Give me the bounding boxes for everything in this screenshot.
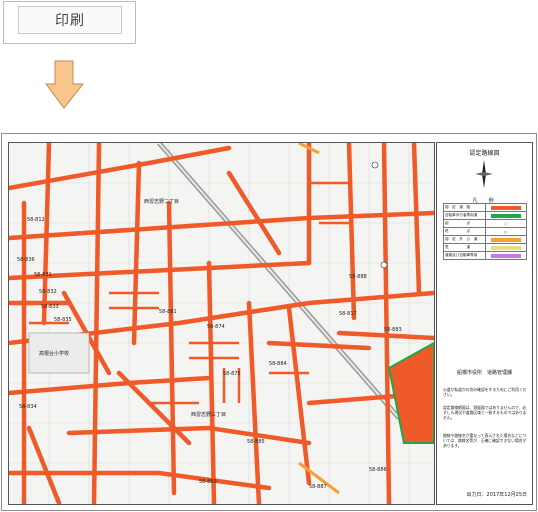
legend-note: 認定路線網図は、測量図ではありませんので、必ずしも現況や道路区域と一致するもので…: [443, 405, 527, 420]
svg-text:58-812: 58-812: [27, 217, 45, 223]
legend-table: 認 定 道 路 自転車歩行者専用道 起 点 ○ 終 点 ▷ 認 定 外 公 道 里 …: [443, 203, 527, 260]
svg-text:58-888: 58-888: [349, 274, 367, 280]
output-date: 出力日：2017年12月25日: [466, 492, 527, 498]
svg-text:58-883: 58-883: [384, 327, 402, 333]
legend-row: 里 道: [443, 243, 527, 252]
svg-text:58-875: 58-875: [223, 371, 241, 377]
svg-text:58-874: 58-874: [207, 324, 225, 330]
area-label: 西習志野二丁目: [144, 198, 179, 205]
svg-text:58-833: 58-833: [41, 304, 59, 310]
svg-text:58-832: 58-832: [39, 289, 57, 295]
area-label: 西習志野三丁目: [191, 411, 226, 418]
legend-row: 終 点 ▷: [443, 227, 527, 236]
map-legend: 認定路線図 凡 例 認 定 道 路 自転車歩行者専用道 起 点 ○ 終 点 ▷ 認 …: [436, 142, 533, 505]
map-document: 西習志野二丁目 西習志野三丁目 高根台小学校 58-836 58-831 58-…: [1, 133, 537, 511]
school-label: 高根台小学校: [39, 350, 69, 357]
svg-text:58-881: 58-881: [159, 309, 177, 315]
svg-text:58-817: 58-817: [339, 311, 357, 317]
svg-text:58-831: 58-831: [34, 272, 52, 278]
legend-row: 認 定 外 公 道: [443, 235, 527, 244]
legend-row: 認 定 道 路: [443, 203, 527, 212]
legend-note: 路線や路線名が重なって表示された場合などについては、路線名等が、正確に確認できな…: [443, 433, 527, 448]
legend-row: 自転車歩行者専用道: [443, 211, 527, 220]
compass-icon: [475, 160, 493, 188]
svg-text:58-886: 58-886: [369, 467, 387, 473]
svg-text:58-834: 58-834: [19, 404, 37, 410]
print-panel: 印刷: [3, 1, 136, 44]
svg-text:58-836: 58-836: [17, 257, 35, 263]
print-button[interactable]: 印刷: [18, 6, 122, 34]
route-map[interactable]: 西習志野二丁目 西習志野三丁目 高根台小学校 58-836 58-831 58-…: [8, 142, 435, 505]
svg-text:58-889: 58-889: [199, 479, 217, 485]
office-name: 船橋市役所 道路管理課: [456, 370, 512, 376]
svg-text:58-885: 58-885: [247, 439, 265, 445]
legend-note: 公道か私道かの別の確認をするためにご利用ください。: [443, 387, 527, 397]
legend-title: 認定路線図: [469, 150, 500, 157]
svg-text:58-884: 58-884: [269, 361, 287, 367]
legend-row: 道路及び自動車専用: [443, 251, 527, 260]
arrow-down-icon: [45, 60, 85, 109]
svg-text:58-835: 58-835: [54, 317, 72, 323]
legend-row: 起 点 ○: [443, 219, 527, 228]
svg-text:58-887: 58-887: [309, 484, 327, 490]
